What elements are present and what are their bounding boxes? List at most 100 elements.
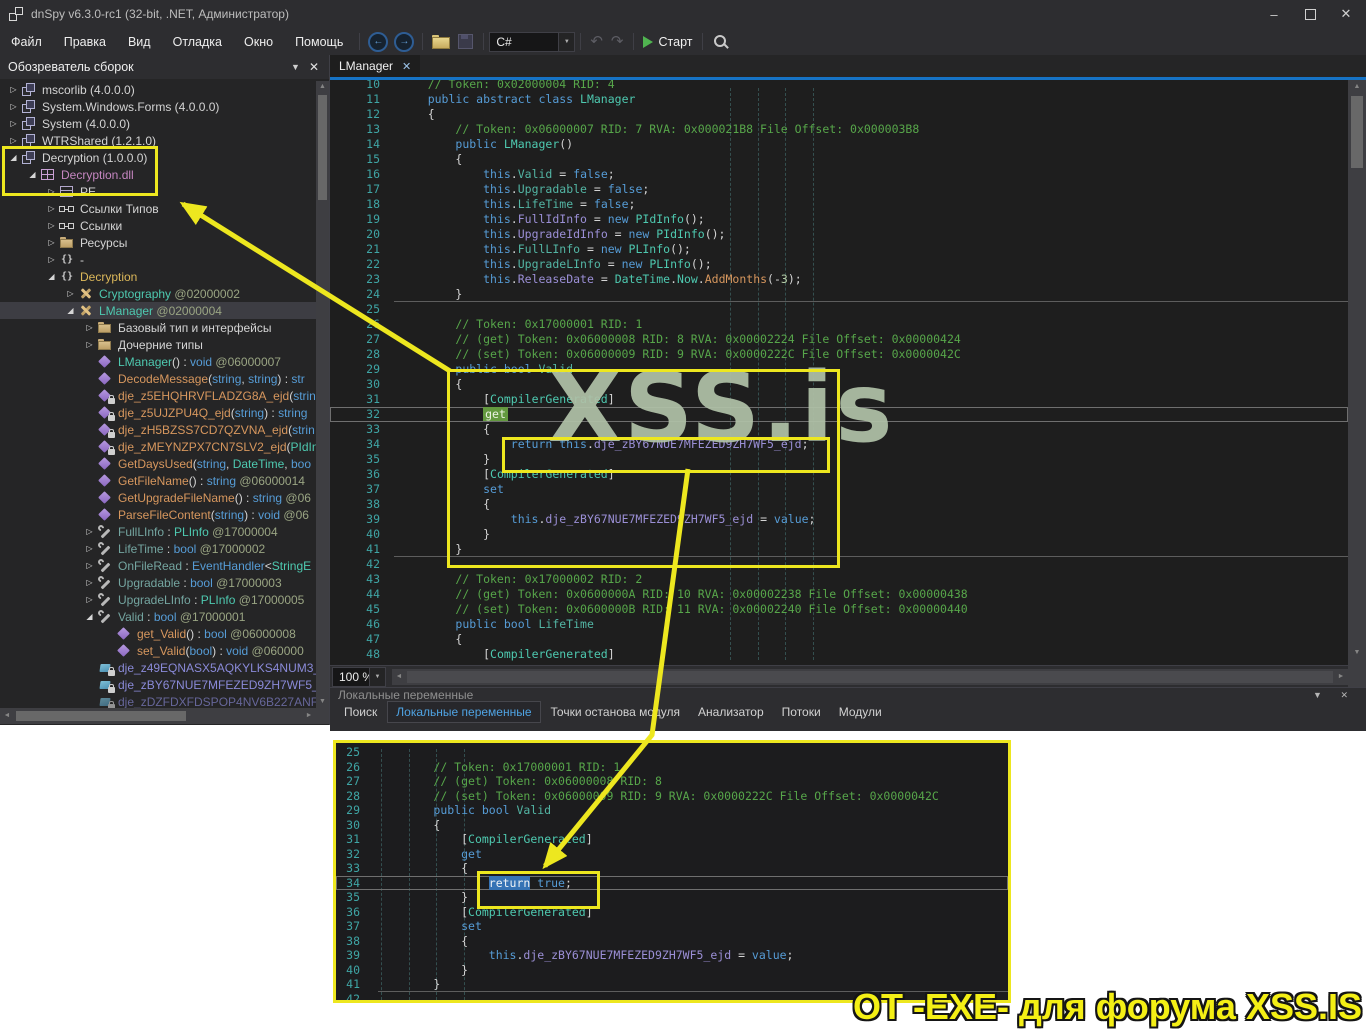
tree-row[interactable]: LManager() : void @06000007 (0, 353, 316, 370)
code-line[interactable]: 16 this.Valid = false; (330, 167, 1348, 182)
code-line[interactable]: 31 [CompilerGenerated] (330, 392, 1348, 407)
tree-row[interactable]: dje_z5UJZPU4Q_ejd(string) : string (0, 404, 316, 421)
chevron-down-icon[interactable]: ▼ (558, 32, 575, 51)
expander-icon[interactable]: ▷ (63, 289, 78, 298)
code-line[interactable]: 46 public bool LifeTime (330, 617, 1348, 632)
menu-item-Вид[interactable]: Вид (117, 35, 162, 49)
code-line[interactable]: 30 { (330, 377, 1348, 392)
code-view[interactable]: 10 // Token: 0x02000004 RID: 4 11 public … (330, 80, 1348, 665)
menu-item-Окно[interactable]: Окно (233, 35, 284, 49)
tree-row[interactable]: ▷ LifeTime : bool @17000002 (0, 540, 316, 557)
tree-row[interactable]: ▷ FullLInfo : PLInfo @17000004 (0, 523, 316, 540)
expander-icon[interactable]: ▷ (44, 255, 59, 264)
tree-row[interactable]: ▷ Cryptography @02000002 (0, 285, 316, 302)
expander-icon[interactable]: ◢ (6, 153, 21, 162)
tree-row[interactable]: ▷ Дочерние типы (0, 336, 316, 353)
code-line[interactable]: 11 public abstract class LManager (330, 92, 1348, 107)
code-line[interactable]: 29 public bool Valid (336, 803, 1008, 818)
tree-row[interactable]: get_Valid() : bool @06000008 (0, 625, 316, 642)
code-line[interactable]: 18 this.LifeTime = false; (330, 197, 1348, 212)
minimize-button[interactable]: – (1256, 0, 1292, 28)
code-line[interactable]: 26 // Token: 0x17000001 RID: 1 (330, 317, 1348, 332)
code-line[interactable]: 28 // (set) Token: 0x06000009 RID: 9 RVA… (336, 789, 1008, 804)
restore-button[interactable] (1292, 0, 1328, 28)
tree-row[interactable]: ▷ System (4.0.0.0) (0, 115, 316, 132)
code-line[interactable]: 27 // (get) Token: 0x06000008 RID: 8 RVA… (330, 332, 1348, 347)
tab-lmanager[interactable]: LManager ✕ (330, 55, 421, 77)
bottom-tab-1[interactable]: Поиск (336, 702, 385, 722)
expander-icon[interactable]: ▷ (6, 136, 21, 145)
code-line[interactable]: 39 this.dje_zBY67NUE7MFEZED9ZH7WF5_ejd =… (336, 948, 1008, 963)
expander-icon[interactable]: ▷ (6, 119, 21, 128)
code-line[interactable]: 47 { (330, 632, 1348, 647)
code-line[interactable]: 25 (330, 302, 1348, 317)
tree-row[interactable]: ◢ Decryption (1.0.0.0) (0, 149, 316, 166)
expander-icon[interactable]: ▷ (44, 221, 59, 230)
tree-row[interactable]: ▷{} - (0, 251, 316, 268)
code-line[interactable]: 29 public bool Valid (330, 362, 1348, 377)
zoom-combobox[interactable]: 100 % ▼ (332, 666, 386, 687)
code-line[interactable]: 37 set (336, 919, 1008, 934)
code-line[interactable]: 44 // (get) Token: 0x0600000A RID: 10 RV… (330, 587, 1348, 602)
tree-row[interactable]: ◢ Valid : bool @17000001 (0, 608, 316, 625)
tree-row[interactable]: ▷ mscorlib (4.0.0.0) (0, 81, 316, 98)
code-line[interactable]: 12 { (330, 107, 1348, 122)
code-line[interactable]: 40 } (336, 963, 1008, 978)
tree-horizontal-scrollbar[interactable]: ◄ ► (0, 708, 329, 724)
code-line[interactable]: 41 } (330, 542, 1348, 557)
editor-vertical-scrollbar[interactable]: ▲ ▼ (1348, 80, 1366, 687)
panel-close-icon[interactable]: ✕ (307, 60, 329, 74)
tree-row[interactable]: GetDaysUsed(string, DateTime, boo (0, 455, 316, 472)
code-line[interactable]: 45 // (set) Token: 0x0600000B RID: 11 RV… (330, 602, 1348, 617)
code-line[interactable]: 15 { (330, 152, 1348, 167)
tree-row[interactable]: ▷ UpgradeLInfo : PLInfo @17000005 (0, 591, 316, 608)
tree-row[interactable]: ▷ WTRShared (1.2.1.0) (0, 132, 316, 149)
tree-row[interactable]: dje_zDZFDXFDSPOP4NV6B227ANF (0, 693, 316, 708)
code-line[interactable]: 31 [CompilerGenerated] (336, 832, 1008, 847)
start-button[interactable]: Старт (659, 35, 693, 49)
expander-icon[interactable]: ▷ (82, 340, 97, 349)
code-line[interactable]: 32 get (330, 407, 1348, 422)
tree-row[interactable]: ▷ System.Windows.Forms (4.0.0.0) (0, 98, 316, 115)
code-line[interactable]: 24 } (330, 287, 1348, 302)
expander-icon[interactable]: ◢ (44, 272, 59, 281)
code-line[interactable]: 48 [CompilerGenerated] (330, 647, 1348, 662)
tree-row[interactable]: ▷ Upgradable : bool @17000003 (0, 574, 316, 591)
tree-row[interactable]: ▷ Ресурсы (0, 234, 316, 251)
tree-row[interactable]: ◢ Decryption.dll (0, 166, 316, 183)
code-line[interactable]: 26 // Token: 0x17000001 RID: 1 (336, 760, 1008, 775)
code-line[interactable]: 13 // Token: 0x06000007 RID: 7 RVA: 0x00… (330, 122, 1348, 137)
expander-icon[interactable]: ▷ (82, 561, 97, 570)
code-line[interactable]: 38 { (336, 934, 1008, 949)
code-line[interactable]: 35 } (336, 890, 1008, 905)
menu-item-Помощь[interactable]: Помощь (284, 35, 354, 49)
code-line[interactable]: 37 set (330, 482, 1348, 497)
tree-row[interactable]: GetUpgradeFileName() : string @06 (0, 489, 316, 506)
tree-vertical-scrollbar[interactable]: ▲ ▼ (316, 81, 329, 708)
code-line[interactable]: 19 this.FullIdInfo = new PIdInfo(); (330, 212, 1348, 227)
tree-row[interactable]: ▷ OnFileRead : EventHandler<StringE (0, 557, 316, 574)
code-line[interactable]: 34 return this.dje_zBY67NUE7MFEZED9ZH7WF… (330, 437, 1348, 452)
menu-item-Правка[interactable]: Правка (53, 35, 117, 49)
tool-window-controls[interactable]: ▼ ✕ (1313, 690, 1356, 701)
code-line[interactable]: 36 [CompilerGenerated] (336, 905, 1008, 920)
code-line[interactable]: 40 } (330, 527, 1348, 542)
expander-icon[interactable]: ◢ (63, 306, 78, 315)
code-line[interactable]: 33 { (336, 861, 1008, 876)
expander-icon[interactable]: ◢ (25, 170, 40, 179)
tree-row[interactable]: ◢ LManager @02000004 (0, 302, 316, 319)
code-line[interactable]: 34 return true; (336, 875, 1008, 891)
navigate-back-button[interactable]: ← (368, 31, 389, 52)
close-tab-icon[interactable]: ✕ (402, 60, 411, 73)
code-line[interactable]: 23 this.ReleaseDate = DateTime.Now.AddMo… (330, 272, 1348, 287)
open-file-button[interactable] (432, 35, 451, 49)
tree-row[interactable]: ▷ Ссылки (0, 217, 316, 234)
code-line[interactable]: 20 this.UpgradeIdInfo = new PIdInfo(); (330, 227, 1348, 242)
expander-icon[interactable]: ▷ (44, 187, 59, 196)
redo-button[interactable]: ↷ (611, 34, 624, 49)
expander-icon[interactable]: ▷ (82, 527, 97, 536)
menu-item-Файл[interactable]: Файл (0, 35, 53, 49)
expander-icon[interactable]: ▷ (82, 595, 97, 604)
code-line[interactable]: 21 this.FullLInfo = new PLInfo(); (330, 242, 1348, 257)
start-debug-icon[interactable] (642, 35, 653, 48)
